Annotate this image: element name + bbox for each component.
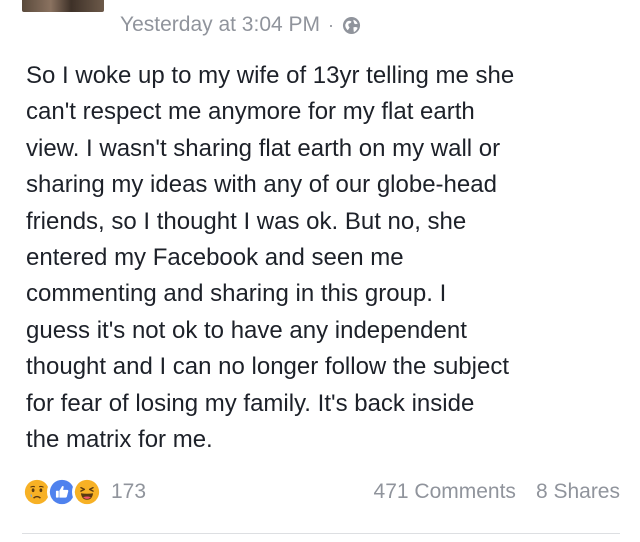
post-timestamp[interactable]: Yesterday at 3:04 PM	[120, 13, 320, 37]
post-body-text: So I woke up to my wife of 13yr telling …	[26, 62, 515, 454]
avatar[interactable]	[22, 0, 104, 12]
footer-divider	[22, 533, 620, 534]
reaction-count[interactable]: 173	[111, 480, 146, 504]
globe-icon[interactable]	[342, 16, 361, 35]
haha-reaction-icon[interactable]	[72, 477, 102, 507]
post-meta: Yesterday at 3:04 PM ·	[120, 10, 361, 40]
post-footer: 173 471 Comments 8 Shares	[22, 474, 620, 510]
comments-count-link[interactable]: 471 Comments	[374, 480, 516, 504]
reactions-summary[interactable]: 173	[22, 477, 146, 507]
post-stats: 471 Comments 8 Shares	[374, 480, 620, 504]
shares-count-link[interactable]: 8 Shares	[536, 480, 620, 504]
meta-separator: ·	[328, 14, 335, 35]
